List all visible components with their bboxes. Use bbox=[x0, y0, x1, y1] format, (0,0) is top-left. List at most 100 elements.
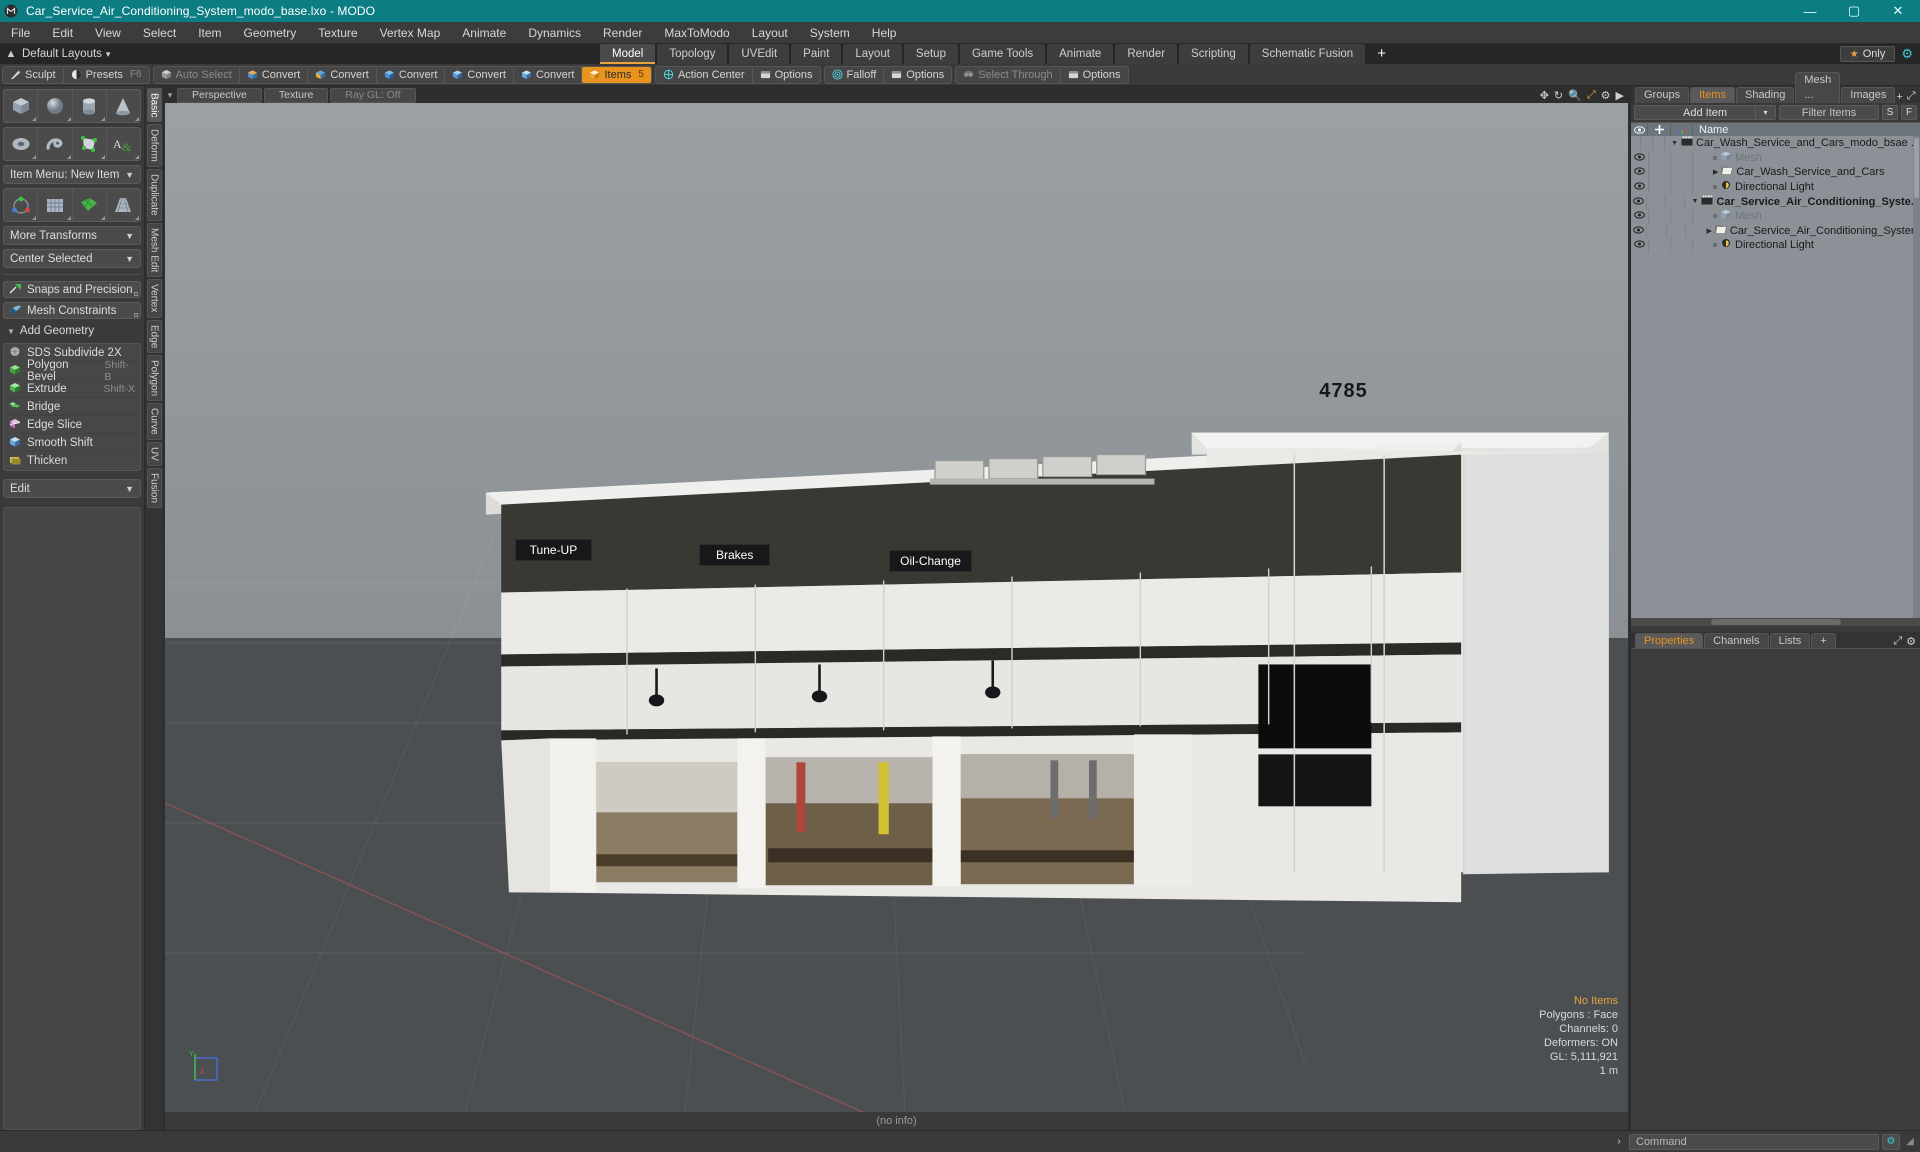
tree-add-cell[interactable] bbox=[1646, 223, 1667, 239]
add-column-header[interactable] bbox=[1648, 122, 1671, 137]
menu-item-geometry[interactable]: Geometry bbox=[233, 22, 308, 44]
vertical-tab-fusion[interactable]: Fusion bbox=[146, 467, 162, 508]
layout-tab-layout[interactable]: Layout bbox=[843, 44, 902, 64]
tree-scrollbar[interactable] bbox=[1913, 136, 1920, 618]
command-input[interactable]: Command bbox=[1629, 1133, 1879, 1150]
vertical-tab-edge[interactable]: Edge bbox=[146, 319, 162, 354]
tool-sculpt-0-0[interactable]: Sculpt bbox=[3, 66, 64, 83]
layout-tab-uvedit[interactable]: UVEdit bbox=[729, 44, 790, 64]
maximize-button[interactable]: ▢ bbox=[1832, 0, 1876, 22]
polygon-icon[interactable] bbox=[73, 128, 107, 160]
geometry-tool-edge-slice[interactable]: Edge Slice bbox=[4, 416, 140, 434]
tree-horizontal-scrollbar[interactable] bbox=[1631, 617, 1920, 626]
s-toggle-button[interactable]: S bbox=[1882, 105, 1898, 120]
cube-icon[interactable] bbox=[4, 90, 39, 122]
layout-tab-setup[interactable]: Setup bbox=[903, 44, 958, 64]
right-tab-images[interactable]: Images bbox=[1841, 87, 1896, 103]
tree-row[interactable]: Mesh bbox=[1631, 150, 1920, 166]
gear-icon[interactable]: ⚙ bbox=[1906, 635, 1916, 648]
menu-item-vertex-map[interactable]: Vertex Map bbox=[369, 22, 452, 44]
layout-tab-scripting[interactable]: Scripting bbox=[1179, 44, 1248, 64]
vertical-tab-vertex[interactable]: Vertex bbox=[146, 279, 162, 318]
menu-item-select[interactable]: Select bbox=[132, 22, 187, 44]
twisty-right-icon[interactable]: ▶ bbox=[1706, 227, 1711, 235]
gear-icon[interactable]: ⚙ bbox=[1601, 89, 1611, 102]
tree-hscroll-thumb[interactable] bbox=[1711, 618, 1841, 625]
layout-tab-game-tools[interactable]: Game Tools bbox=[959, 44, 1046, 64]
menu-item-dynamics[interactable]: Dynamics bbox=[517, 22, 592, 44]
viewport-tab-texture[interactable]: Texture bbox=[263, 88, 329, 103]
menu-item-edit[interactable]: Edit bbox=[41, 22, 84, 44]
tool-items-1-6[interactable]: Items 5 bbox=[582, 66, 651, 83]
twisty-down-icon[interactable]: ▼ bbox=[1691, 198, 1698, 205]
tree-add-cell[interactable] bbox=[1648, 179, 1671, 195]
layout-tab-paint[interactable]: Paint bbox=[791, 44, 842, 64]
tree-add-cell[interactable] bbox=[1648, 165, 1671, 180]
layout-tab-topology[interactable]: Topology bbox=[657, 44, 728, 64]
vertical-tab-curve[interactable]: Curve bbox=[146, 403, 162, 440]
bend-mesh-icon[interactable] bbox=[73, 189, 107, 221]
geometry-tool-extrude[interactable]: Extrude Shift-X bbox=[4, 380, 140, 398]
transform-gizmo-icon[interactable] bbox=[4, 189, 39, 221]
properties-tab-lists[interactable]: Lists bbox=[1769, 632, 1811, 648]
vertical-tab-uv[interactable]: UV bbox=[146, 441, 162, 466]
tree-row[interactable]: ▼ Car_Wash_Service_and_Cars_modo_bsae ... bbox=[1631, 136, 1920, 151]
taper-mesh-icon[interactable] bbox=[107, 189, 140, 221]
geometry-tool-smooth-shift[interactable]: Smooth Shift bbox=[4, 434, 140, 452]
torus-icon[interactable] bbox=[4, 128, 39, 160]
eye-column-header[interactable] bbox=[1631, 122, 1648, 137]
tree-add-cell[interactable] bbox=[1645, 194, 1667, 209]
sphere-icon[interactable] bbox=[38, 90, 73, 122]
menu-item-render[interactable]: Render bbox=[592, 22, 653, 44]
menu-item-help[interactable]: Help bbox=[861, 22, 908, 44]
more-transforms-dropdown[interactable]: More Transforms ▼ bbox=[3, 226, 141, 245]
geometry-tool-polygon-bevel[interactable]: Polygon Bevel Shift-B bbox=[4, 359, 140, 383]
tool-action-center-2-0[interactable]: Action Center bbox=[656, 66, 753, 83]
chevron-down-icon[interactable]: ▾ bbox=[1755, 106, 1775, 119]
tool-select-through-4-0[interactable]: Select Through bbox=[956, 66, 1061, 83]
expand-icon[interactable]: ⤢ bbox=[1907, 90, 1916, 103]
tree-axis-cell[interactable] bbox=[1666, 194, 1686, 209]
zoom-icon[interactable]: 🔍 bbox=[1568, 89, 1582, 102]
minimize-button[interactable]: — bbox=[1788, 0, 1832, 22]
tree-add-cell[interactable] bbox=[1648, 208, 1671, 224]
layout-tab-render[interactable]: Render bbox=[1115, 44, 1178, 64]
fit-icon[interactable]: ⤢ bbox=[1587, 89, 1596, 102]
add-layout-tab-button[interactable]: + bbox=[1367, 44, 1396, 64]
tool-options-2-1[interactable]: Options bbox=[753, 67, 820, 83]
vertical-tab-mesh-edit[interactable]: Mesh Edit bbox=[146, 222, 162, 278]
menu-item-animate[interactable]: Animate bbox=[451, 22, 517, 44]
mesh-constraints-button[interactable]: Mesh Constraints bbox=[3, 302, 141, 319]
tree-row[interactable]: Directional Light bbox=[1631, 179, 1920, 195]
layout-tab-model[interactable]: Model bbox=[600, 44, 656, 64]
add-item-button[interactable]: Add Item ▾ bbox=[1634, 105, 1776, 120]
text-icon[interactable]: A & bbox=[107, 128, 140, 160]
tree-row[interactable]: ▶ Car_Wash_Service_and_Cars bbox=[1631, 165, 1920, 180]
item-tree[interactable]: ▼ Car_Wash_Service_and_Cars_modo_bsae ...… bbox=[1631, 136, 1920, 618]
tool-convert-1-3[interactable]: Convert bbox=[377, 66, 446, 83]
chevron-down-icon[interactable]: ▾ bbox=[106, 49, 111, 60]
tool-presets-0-1[interactable]: Presets F6 bbox=[64, 67, 149, 83]
item-menu-dropdown[interactable]: Item Menu: New Item ▼ bbox=[3, 165, 141, 184]
tool-options-3-1[interactable]: Options bbox=[884, 67, 951, 83]
tool-convert-1-2[interactable]: Convert bbox=[308, 66, 377, 83]
tree-row[interactable]: Directional Light bbox=[1631, 238, 1920, 253]
right-tab-groups[interactable]: Groups bbox=[1635, 87, 1690, 103]
eye-icon[interactable] bbox=[1631, 211, 1648, 221]
vertical-tab-polygon[interactable]: Polygon bbox=[146, 355, 162, 402]
center-selected-dropdown[interactable]: Center Selected ▼ bbox=[3, 249, 141, 268]
layout-tab-animate[interactable]: Animate bbox=[1047, 44, 1114, 64]
arrow-icon[interactable]: ▶ bbox=[1616, 89, 1624, 102]
gear-icon[interactable]: ⚙ bbox=[1901, 46, 1913, 62]
tree-add-cell[interactable] bbox=[1648, 238, 1671, 253]
right-tab-items[interactable]: Items bbox=[1690, 87, 1735, 103]
tree-scroll-thumb[interactable] bbox=[1914, 138, 1919, 198]
spiral-icon[interactable] bbox=[38, 128, 73, 160]
viewport-3d[interactable]: Tune-UP Brakes Oil-Change 4785 No Items … bbox=[165, 103, 1628, 1112]
eye-icon[interactable] bbox=[1631, 182, 1648, 192]
twisty-down-icon[interactable]: ▼ bbox=[1671, 140, 1678, 147]
add-properties-tab-button[interactable]: + bbox=[1811, 632, 1836, 648]
vertical-tab-basic[interactable]: Basic bbox=[146, 88, 162, 123]
tree-axis-cell[interactable] bbox=[1671, 179, 1693, 195]
tree-row[interactable]: Mesh bbox=[1631, 208, 1920, 224]
